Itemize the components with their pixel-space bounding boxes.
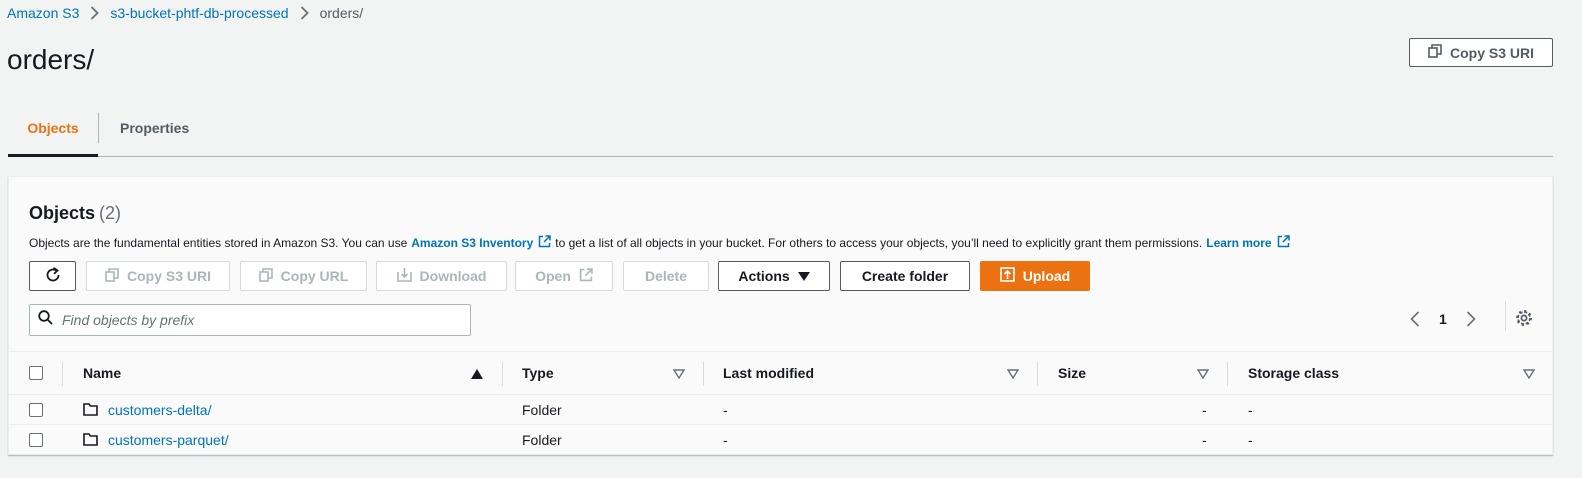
sort-icon[interactable] (1006, 366, 1020, 384)
column-header-name[interactable]: Name (83, 352, 121, 394)
search-icon (38, 310, 53, 330)
chevron-right-icon (90, 6, 100, 20)
copy-s3-uri-button[interactable]: Copy S3 URI (86, 261, 230, 291)
copy-url-button[interactable]: Copy URL (240, 261, 367, 291)
sort-icon[interactable] (1522, 366, 1536, 384)
external-link-icon (1277, 235, 1290, 251)
column-header-storage-class[interactable]: Storage class (1248, 352, 1339, 394)
column-header-size[interactable]: Size (1058, 352, 1086, 394)
objects-table: Name Type Last modified Size Storage cla… (9, 351, 1552, 455)
chevron-left-icon[interactable] (1405, 311, 1425, 327)
object-size-cell: - (1202, 402, 1207, 418)
tab-properties[interactable]: Properties (99, 100, 189, 156)
breadcrumb-current: orders/ (319, 5, 364, 21)
column-divider (62, 362, 63, 386)
object-name-cell: customers-delta/ (108, 395, 211, 425)
s3-inventory-link-label: Amazon S3 Inventory (411, 236, 534, 250)
open-label: Open (535, 268, 571, 284)
copy-s3-uri-label: Copy S3 URI (126, 268, 211, 284)
sort-icon[interactable] (672, 366, 686, 384)
breadcrumb: Amazon S3 s3-bucket-phtf-db-processed or… (7, 5, 363, 21)
learn-more-label: Learn more (1206, 236, 1272, 250)
upload-button[interactable]: Upload (980, 261, 1090, 291)
upload-label: Upload (1022, 268, 1071, 284)
tab-bar: Objects Properties (8, 100, 1553, 157)
pagination-divider (1505, 301, 1506, 331)
select-all-checkbox[interactable] (29, 366, 43, 380)
refresh-button[interactable] (29, 261, 76, 291)
external-link-icon (538, 235, 552, 251)
column-divider (703, 362, 704, 386)
s3-inventory-link[interactable]: Amazon S3 Inventory (411, 235, 555, 251)
create-folder-button[interactable]: Create folder (840, 261, 970, 291)
chevron-right-icon (300, 6, 309, 20)
caret-down-icon (797, 268, 810, 284)
object-storage-class-cell: - (1248, 402, 1253, 418)
copy-s3-uri-header-label: Copy S3 URI (1449, 44, 1534, 61)
copy-icon (258, 267, 273, 285)
copy-icon (105, 267, 119, 285)
object-name-cell: customers-parquet/ (108, 425, 229, 455)
column-divider (502, 362, 503, 386)
copy-icon (1428, 44, 1442, 61)
page-title: orders/ (7, 44, 95, 75)
external-link-icon (579, 267, 593, 285)
column-header-last-modified[interactable]: Last modified (723, 352, 814, 394)
objects-count: (2) (99, 203, 122, 223)
learn-more-link[interactable]: Learn more (1206, 235, 1293, 251)
actions-dropdown-button[interactable]: Actions (718, 261, 830, 291)
delete-button[interactable]: Delete (623, 261, 709, 291)
download-button[interactable]: Download (376, 261, 507, 291)
description-text-pre: Objects are the fundamental entities sto… (29, 236, 408, 250)
actions-label: Actions (738, 268, 790, 284)
objects-description: Objects are the fundamental entities sto… (29, 235, 1294, 251)
pagination: 1 (1405, 305, 1481, 333)
folder-icon (83, 433, 98, 451)
open-button[interactable]: Open (515, 261, 613, 291)
objects-heading: Objects (2) (29, 203, 121, 224)
refresh-icon (44, 266, 62, 287)
description-text-mid: to get a list of all objects in your buc… (555, 236, 1203, 250)
row-checkbox[interactable] (29, 403, 43, 417)
object-storage-class-cell: - (1248, 432, 1253, 448)
download-icon (396, 267, 412, 285)
page-number[interactable]: 1 (1439, 311, 1447, 327)
row-checkbox[interactable] (29, 433, 43, 447)
folder-icon (83, 403, 98, 421)
column-divider (1037, 362, 1038, 386)
search-input[interactable] (62, 312, 442, 328)
gear-icon[interactable] (1513, 307, 1535, 329)
breadcrumb-amazon-s3[interactable]: Amazon S3 (7, 5, 79, 21)
column-divider (1227, 362, 1228, 386)
object-type-cell: Folder (522, 402, 562, 418)
table-row[interactable]: customers-delta/ Folder - - - (9, 395, 1552, 425)
chevron-right-icon[interactable] (1461, 311, 1481, 327)
upload-icon (999, 267, 1015, 285)
copy-url-label: Copy URL (280, 268, 349, 284)
column-header-type[interactable]: Type (522, 352, 554, 394)
breadcrumb-bucket[interactable]: s3-bucket-phtf-db-processed (110, 5, 288, 21)
sort-ascending-icon[interactable] (471, 366, 483, 384)
object-last-modified-cell: - (723, 402, 728, 418)
objects-panel: Objects (2) Objects are the fundamental e… (8, 176, 1553, 455)
object-name-link[interactable]: customers-delta/ (108, 402, 211, 418)
tab-objects[interactable]: Objects (8, 100, 98, 157)
object-name-link[interactable]: customers-parquet/ (108, 432, 229, 448)
object-type-cell: Folder (522, 432, 562, 448)
object-size-cell: - (1202, 432, 1207, 448)
object-last-modified-cell: - (723, 432, 728, 448)
search-box (29, 304, 471, 336)
objects-heading-label: Objects (29, 203, 96, 223)
download-label: Download (419, 268, 487, 284)
copy-s3-uri-header-button[interactable]: Copy S3 URI (1409, 38, 1553, 67)
table-header: Name Type Last modified Size Storage cla… (9, 351, 1552, 395)
table-row[interactable]: customers-parquet/ Folder - - - (9, 425, 1552, 455)
sort-icon[interactable] (1196, 366, 1210, 384)
